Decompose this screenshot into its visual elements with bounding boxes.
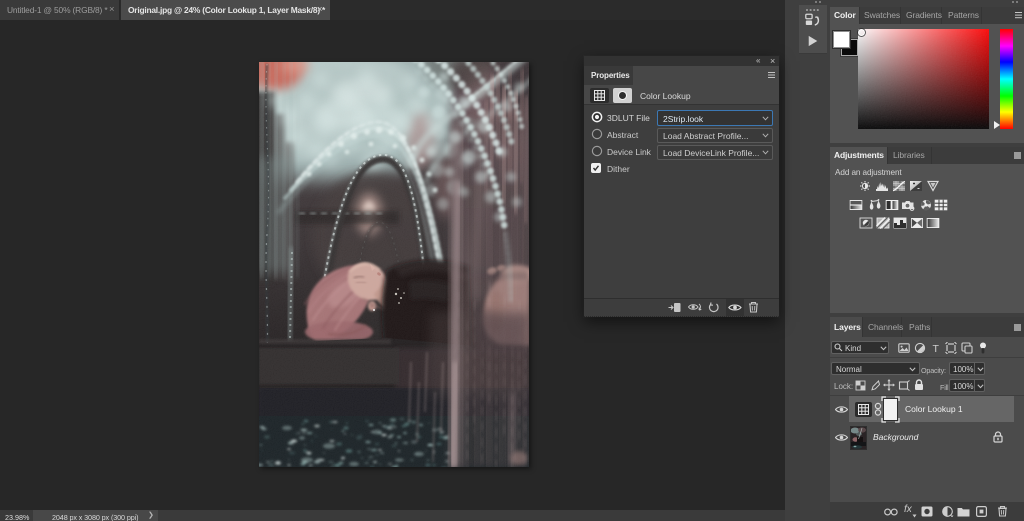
svg-text:T: T <box>933 343 940 354</box>
